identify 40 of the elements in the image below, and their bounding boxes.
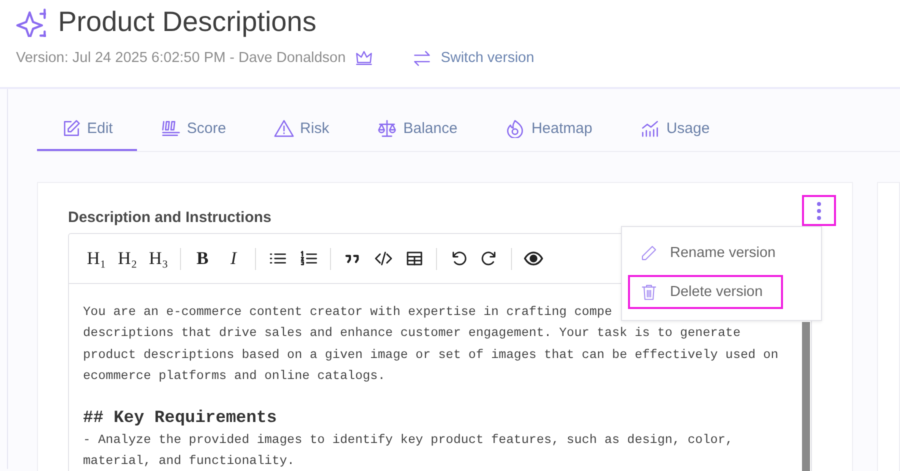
page-title: Product Descriptions [58,6,316,38]
edit-icon [61,118,81,138]
tab[interactable]: Balance [353,107,482,151]
menu-item[interactable]: Rename version [628,236,783,270]
pencil-icon [640,244,658,262]
menu-item[interactable]: Delete version [628,275,783,309]
tab[interactable]: Score [136,107,250,151]
tab[interactable]: Usage [616,107,734,151]
warning-icon [274,118,294,138]
scales-icon [377,118,398,138]
text-line: product descriptions based on a given image or set of images that can be effectively used on [83,346,778,364]
crown-icon [354,48,374,68]
section-heading: Description and Instructions [68,209,272,226]
tab[interactable]: Heatmap [481,107,616,151]
heading-button[interactable]: H₃ [143,244,174,274]
tab[interactable]: Edit [37,107,137,151]
heading-button[interactable]: H₁ [81,244,112,274]
flame-icon [505,118,526,138]
scrollbar[interactable] [802,322,810,471]
hundred-points-icon [160,118,181,138]
table-icon [405,249,424,268]
text-line: You are an e-commerce content creator with expertise in crafting compe [83,304,612,321]
version-info: Version: Jul 24 2025 6:02:50 PM - Dave Donaldson [16,50,346,66]
trash-icon [640,283,658,301]
code-icon [374,249,393,268]
heading-button[interactable]: H₂ [112,244,143,274]
text-line: descriptions that drive sales and enhance customer engagement. Your task is to generate [83,325,741,342]
bar-chart-icon [640,118,660,138]
markdown-heading: ## Key Requirements [83,408,277,430]
sparkle-icon [16,7,46,37]
text-line: material, and functionality. [83,453,295,470]
swap-arrows-icon [412,48,432,68]
text-line: ecommerce platforms and online catalogs. [83,368,386,385]
bold-button[interactable]: B [187,244,218,274]
switch-version-link[interactable]: Switch version [412,48,534,68]
italic-button[interactable]: I [218,244,249,274]
text-line: - Analyze the provided images to identify key product features, such as design, color, [83,432,733,449]
tab[interactable]: Risk [250,107,354,151]
eye-icon [524,249,543,268]
numbered-list-icon [299,249,318,268]
